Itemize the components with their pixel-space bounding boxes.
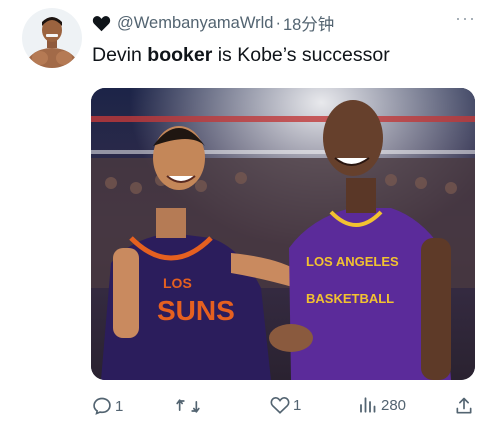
dot-separator: ·: [275, 13, 281, 32]
jersey-left-line1: LOS: [163, 275, 192, 291]
tweet-header: @WembanyamaWrld · 18分钟: [92, 11, 470, 35]
avatar[interactable]: [22, 8, 82, 68]
share-button[interactable]: [454, 396, 474, 416]
more-options-icon[interactable]: ···: [455, 9, 476, 27]
share-icon: [456, 397, 472, 414]
jersey-right-line1: LOS ANGELES: [306, 254, 399, 269]
jersey-right-line2: BASKETBALL: [306, 291, 394, 306]
view-count: 280: [381, 396, 407, 414]
views-chart-icon: [360, 397, 376, 413]
author-handle[interactable]: @WembanyamaWrld: [117, 14, 273, 33]
tweet-photo[interactable]: LOS SUNS LOS ANGELES BASKETBALL: [91, 88, 475, 380]
views-button[interactable]: 280: [358, 396, 406, 414]
retweet-button[interactable]: [176, 396, 203, 416]
like-count: 1: [293, 396, 302, 414]
reply-count: 1: [115, 397, 124, 415]
tweet-action-bar: 1 1 280: [92, 396, 477, 424]
tweet-text: Devin booker is Kobe’s successor: [92, 44, 390, 67]
tweet-text-bold: booker: [147, 44, 213, 66]
heart-icon: [92, 15, 111, 32]
tweet-text-end: is Kobe’s successor: [212, 44, 390, 66]
tweet-text-start: Devin: [92, 44, 148, 66]
like-button[interactable]: 1: [270, 396, 301, 414]
timestamp[interactable]: 18分钟: [283, 11, 334, 35]
jersey-left-line2: SUNS: [157, 295, 235, 326]
reply-icon: [93, 397, 111, 415]
reply-button[interactable]: 1: [92, 396, 123, 416]
retweet-icon: [176, 399, 200, 413]
like-icon: [270, 397, 290, 414]
